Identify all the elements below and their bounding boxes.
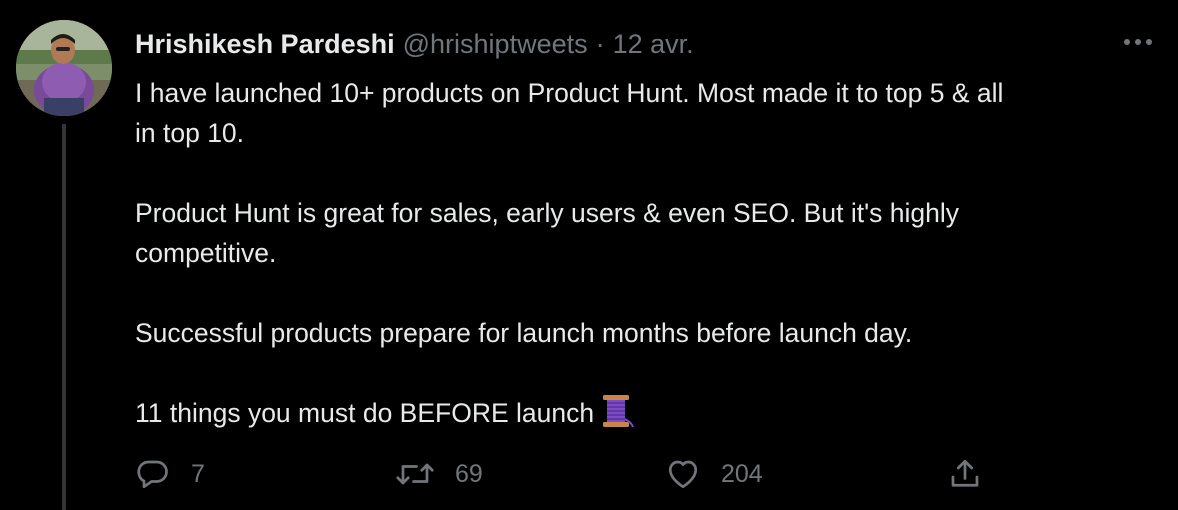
reply-count: 7 <box>191 459 205 488</box>
author-handle[interactable]: @hrishiptweets <box>403 29 588 60</box>
more-icon <box>1124 39 1152 45</box>
retweet-button[interactable]: 69 <box>395 452 483 496</box>
heart-icon <box>668 460 698 489</box>
tweet-paragraph: Product Hunt is great for sales, early u… <box>135 198 959 268</box>
share-icon <box>951 459 979 487</box>
tweet-last-line-text: 11 things you must do BEFORE launch <box>135 398 595 428</box>
spool-of-thread-icon <box>600 393 635 440</box>
tweet-text: I have launched 10+ products on Product … <box>135 73 1165 440</box>
separator-dot: · <box>595 28 605 59</box>
tweet-paragraph: I have launched 10+ products on Product … <box>135 78 1004 148</box>
tweet[interactable]: Hrishikesh Pardeshi @hrishiptweets · 12 … <box>0 0 1178 510</box>
like-count: 204 <box>721 459 763 488</box>
more-options-button[interactable] <box>1120 30 1156 54</box>
avatar-photo <box>16 20 112 116</box>
tweet-last-line: 11 things you must do BEFORE launch <box>135 393 1165 440</box>
reply-icon <box>137 460 168 489</box>
thread-line <box>62 124 66 510</box>
author-name[interactable]: Hrishikesh Pardeshi <box>135 29 395 60</box>
avatar-column <box>16 20 112 116</box>
avatar[interactable] <box>16 20 112 116</box>
tweet-header: Hrishikesh Pardeshi @hrishiptweets · 12 … <box>135 27 694 61</box>
like-button[interactable]: 204 <box>665 452 763 496</box>
tweet-paragraph: Successful products prepare for launch m… <box>135 318 913 348</box>
tweet-date[interactable]: 12 avr. <box>613 29 694 60</box>
retweet-icon <box>396 463 434 485</box>
retweet-count: 69 <box>455 459 483 488</box>
reply-button[interactable]: 7 <box>135 452 205 496</box>
share-button[interactable] <box>947 452 983 496</box>
tweet-actions: 7 69 204 <box>135 452 1005 496</box>
